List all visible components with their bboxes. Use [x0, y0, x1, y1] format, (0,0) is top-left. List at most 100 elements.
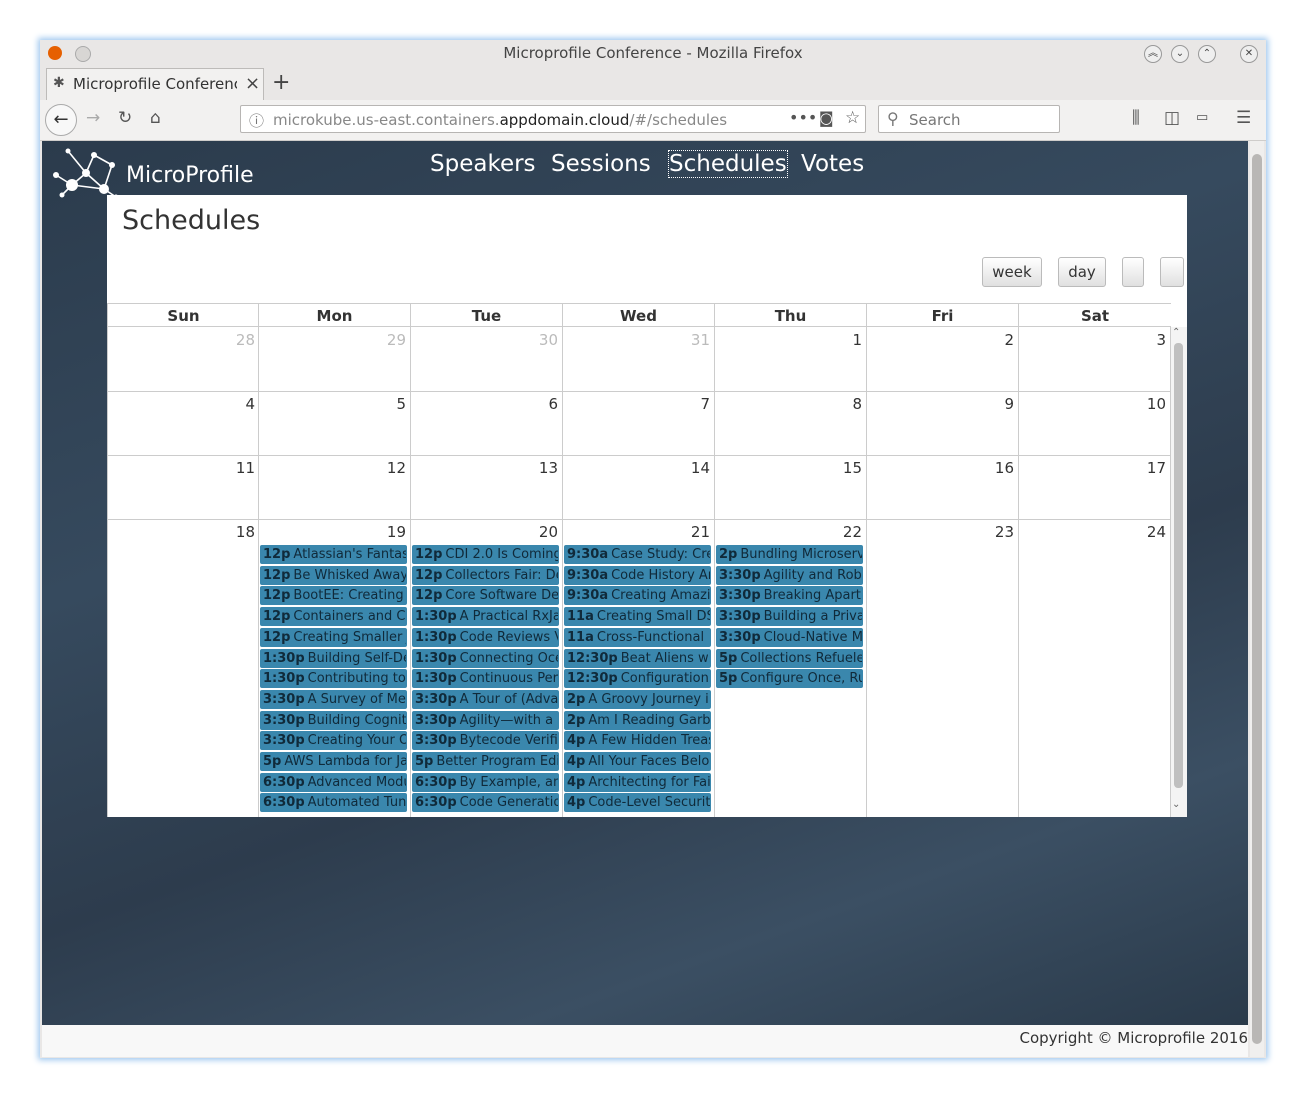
maximize-icon[interactable]: ⌃ [1198, 45, 1216, 63]
info-icon[interactable]: ⓘ [249, 110, 264, 131]
calendar-event[interactable]: 5p AWS Lambda for Ja [260, 752, 407, 771]
day-number[interactable]: 5 [258, 395, 406, 413]
calendar-event[interactable]: 3:30p Cloud-Native Mic [716, 627, 863, 647]
calendar-event[interactable]: 3:30p Bytecode Verific [412, 731, 559, 751]
day-number[interactable]: 12 [258, 459, 406, 477]
calendar-event[interactable]: 3:30p Agility and Robu [716, 565, 863, 585]
day-number[interactable]: 23 [866, 523, 1014, 541]
calendar-event[interactable]: 2p A Groovy Journey i [564, 689, 711, 709]
day-number[interactable]: 31 [562, 331, 710, 349]
prev-button[interactable] [1122, 257, 1144, 287]
calendar-event[interactable]: 1:30p Connecting Oce [412, 648, 559, 668]
new-tab-icon[interactable]: + [272, 70, 290, 95]
day-number[interactable]: 10 [1018, 395, 1166, 413]
day-number[interactable]: 29 [258, 331, 406, 349]
bookmark-star-icon[interactable]: ☆ [845, 108, 860, 128]
calendar-event[interactable]: 5p Configure Once, Ru [716, 669, 863, 689]
day-number[interactable]: 7 [562, 395, 710, 413]
day-button[interactable]: day [1058, 257, 1106, 287]
calendar-event[interactable]: 12p Collectors Fair: De [412, 565, 559, 585]
day-number[interactable]: 14 [562, 459, 710, 477]
calendar-event[interactable]: 1:30p Code Reviews V [412, 627, 559, 647]
calendar-event[interactable]: 3:30p Breaking Apart t [716, 586, 863, 606]
day-number[interactable]: 9 [866, 395, 1014, 413]
day-number[interactable]: 3 [1018, 331, 1166, 349]
calendar-event[interactable]: 1:30p Continuous Perf [412, 669, 559, 689]
day-number[interactable]: 28 [107, 331, 255, 349]
calendar-event[interactable]: 11a Creating Small DS [564, 607, 711, 627]
day-number[interactable]: 4 [107, 395, 255, 413]
day-number[interactable]: 30 [410, 331, 558, 349]
calendar-event[interactable]: 12p Be Whisked Away [260, 565, 407, 585]
search-bar[interactable]: ⚲ Search [878, 105, 1060, 133]
calendar-event[interactable]: 5p Better Program Edit [412, 752, 559, 771]
calendar-event[interactable]: 12p Core Software Des [412, 586, 559, 606]
day-number[interactable]: 20 [410, 523, 558, 541]
calendar-event[interactable]: 12p BootEE: Creating [260, 586, 407, 606]
day-number[interactable]: 22 [714, 523, 862, 541]
calendar-event[interactable]: 1:30p Building Self-De [260, 648, 407, 668]
reload-icon[interactable]: ↻ [118, 108, 132, 128]
calendar-event[interactable]: 6:30p By Example, an [412, 772, 559, 792]
calendar-event[interactable]: 3:30pBuilding Cognitiv [260, 710, 407, 730]
url-text[interactable]: microkube.us-east.containers.appdomain.c… [273, 111, 727, 129]
day-number[interactable]: 24 [1018, 523, 1166, 541]
calendar-event[interactable]: 12p Creating Smaller J [260, 627, 407, 647]
calendar-event[interactable]: 11a Cross-Functional [564, 627, 711, 647]
day-number[interactable]: 1 [714, 331, 862, 349]
calendar-event[interactable]: 2p Bundling Microservi [716, 545, 863, 564]
logo-text[interactable]: MicroProfile [126, 163, 254, 188]
day-number[interactable]: 19 [258, 523, 406, 541]
calendar-event[interactable]: 3:30pA Survey of Mem [260, 689, 407, 709]
day-number[interactable]: 6 [410, 395, 558, 413]
calendar-event[interactable]: 3:30p Building a Privat [716, 607, 863, 627]
calendar-event[interactable]: 12:30p Configuration f [564, 669, 711, 689]
calendar-event[interactable]: 4p A Few Hidden Treas [564, 731, 711, 751]
library-icon[interactable]: ⫼ [1132, 108, 1140, 128]
tab-close-icon[interactable]: × [245, 73, 260, 94]
calendar-event[interactable]: 12p Containers and Co [260, 607, 407, 627]
day-number[interactable]: 8 [714, 395, 862, 413]
nav-votes[interactable]: Votes [801, 151, 864, 177]
calendar-event[interactable]: 9:30a Case Study: Cre [564, 545, 711, 564]
page-scroll-thumb[interactable] [1252, 154, 1262, 1044]
scroll-down-icon[interactable]: ⌄ [1172, 799, 1180, 810]
calendar-event[interactable]: 2p Am I Reading Garb [564, 710, 711, 730]
day-number[interactable]: 11 [107, 459, 255, 477]
calendar-event[interactable]: 12p CDI 2.0 Is Coming [412, 545, 559, 564]
calendar-event[interactable]: 3:30p A Tour of (Advan [412, 689, 559, 709]
shade-icon[interactable]: ︽ [1144, 45, 1162, 63]
calendar-event[interactable]: 5p Collections Refuele [716, 648, 863, 668]
day-number[interactable]: 18 [107, 523, 255, 541]
back-icon[interactable]: ← [45, 104, 77, 136]
week-button[interactable]: week [982, 257, 1042, 287]
day-number[interactable]: 17 [1018, 459, 1166, 477]
day-number[interactable]: 16 [866, 459, 1014, 477]
calendar-event[interactable]: 4p Code-Level Securit [564, 793, 711, 813]
pocket-icon[interactable]: ◙ [819, 109, 834, 127]
nav-schedules[interactable]: Schedules [668, 150, 788, 178]
day-number[interactable]: 21 [562, 523, 710, 541]
nav-sessions[interactable]: Sessions [551, 151, 651, 177]
day-number[interactable]: 2 [866, 331, 1014, 349]
extension-icon[interactable]: ▭ [1196, 110, 1208, 125]
menu-icon[interactable]: ☰ [1236, 108, 1251, 128]
calendar-event[interactable]: 6:30p Advanced Modu [260, 772, 407, 792]
day-number[interactable]: 15 [714, 459, 862, 477]
calendar-event[interactable]: 12pAtlassian's Fantastic [260, 545, 407, 564]
calendar-scroll-thumb[interactable] [1174, 343, 1183, 788]
calendar-event[interactable]: 9:30a Code History An [564, 565, 711, 585]
close-window-icon[interactable]: ✕ [1240, 45, 1258, 63]
calendar-event[interactable]: 6:30pAutomated Tunin [260, 793, 407, 813]
calendar-event[interactable]: 1:30p A Practical RxJav [412, 607, 559, 627]
calendar-event[interactable]: 4p Architecting for Fail [564, 772, 711, 792]
minimize-icon[interactable]: ⌄ [1171, 45, 1189, 63]
tab-microprofile[interactable]: ✱ Microprofile Conference × [46, 68, 264, 100]
scroll-up-icon[interactable]: ⌃ [1172, 327, 1180, 338]
calendar-event[interactable]: 1:30pContributing to C [260, 669, 407, 689]
day-number[interactable]: 13 [410, 459, 558, 477]
calendar-event[interactable]: 6:30p Code Generatio [412, 793, 559, 813]
sidebar-icon[interactable]: ◫ [1164, 108, 1180, 128]
calendar-event[interactable]: 9:30a Creating Amazin [564, 586, 711, 606]
calendar-event[interactable]: 12:30p Beat Aliens wit [564, 648, 711, 668]
